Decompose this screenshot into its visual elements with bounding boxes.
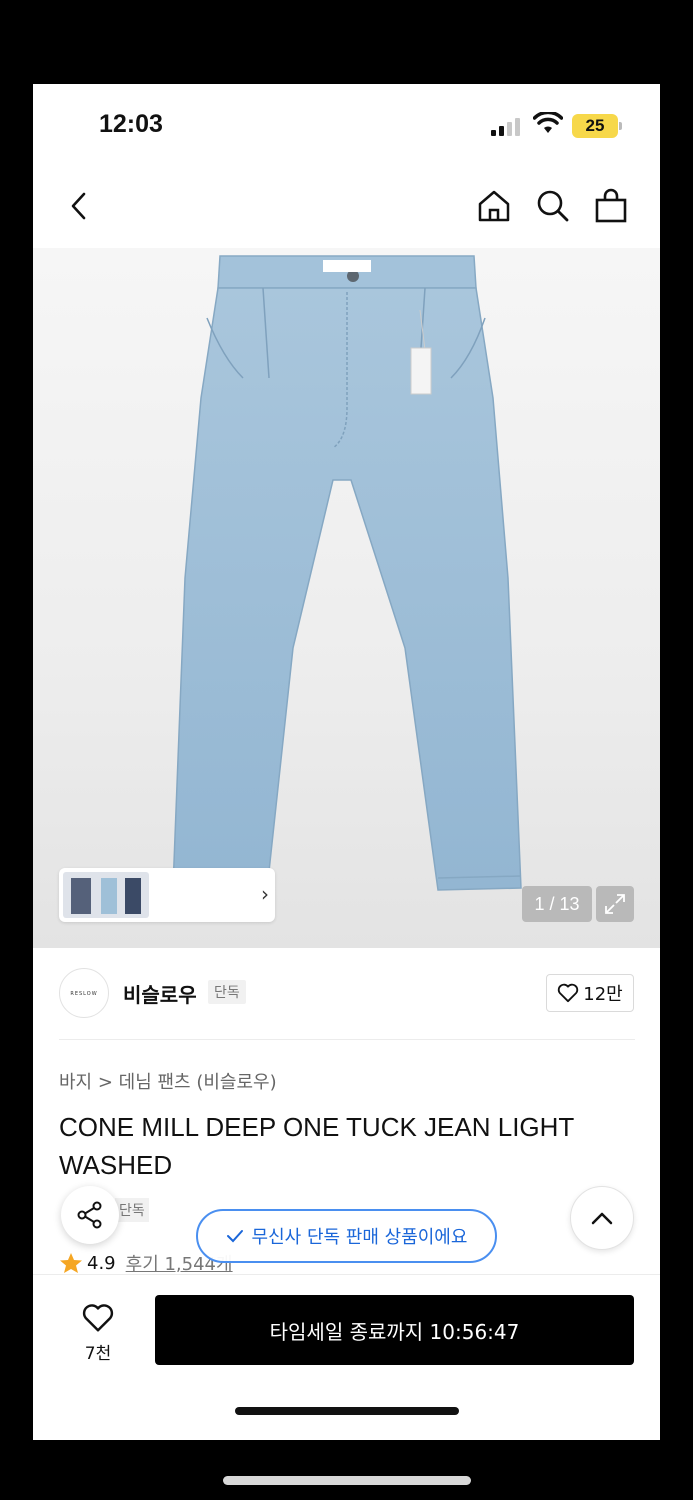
outer-home-indicator — [223, 1476, 471, 1485]
thumbnail-strip[interactable]: › — [59, 868, 275, 922]
divider — [59, 1039, 635, 1040]
chevron-up-icon — [591, 1212, 613, 1225]
exclusive-badge: 단독 — [208, 980, 246, 1004]
status-bar: 12:03 25 — [33, 84, 660, 168]
brand-like-count: 12만 — [583, 984, 623, 1005]
star-icon — [60, 1253, 82, 1273]
toast-text: 무신사 단독 판매 상품이에요 — [251, 1227, 468, 1248]
chevron-right-icon: › — [261, 882, 269, 906]
image-counter: 1 / 13 — [522, 886, 592, 922]
battery-icon: 25 — [572, 114, 618, 138]
heart-icon — [558, 983, 579, 1003]
purchase-button[interactable]: 타임세일 종료까지 10:56:47 — [155, 1295, 634, 1365]
wishlist-count: 7천 — [84, 1344, 112, 1364]
cart-button[interactable] — [591, 186, 631, 226]
brand-row: RESLOW 비슬로우 단독 12만 — [33, 948, 660, 1040]
share-button[interactable] — [61, 1186, 119, 1244]
check-icon — [226, 1230, 243, 1243]
battery-cap — [619, 122, 622, 130]
search-icon — [537, 190, 569, 222]
phone-screen: 12:03 25 › 1 / 13 RESLOW 비슬로우 단독 12만 바지 … — [33, 84, 660, 1440]
brand-name[interactable]: 비슬로우 — [123, 979, 197, 1008]
status-time: 12:03 — [99, 110, 163, 138]
expand-icon — [605, 894, 625, 914]
wishlist-button[interactable]: 7천 — [73, 1303, 123, 1364]
wifi-icon — [533, 112, 563, 133]
share-icon — [77, 1201, 102, 1229]
home-button[interactable] — [474, 186, 514, 226]
product-title: CONE MILL DEEP ONE TUCK JEAN LIGHT WASHE… — [59, 1112, 574, 1180]
product-gallery[interactable]: › 1 / 13 — [33, 248, 660, 948]
back-button[interactable] — [59, 186, 99, 226]
cellular-signal-icon — [491, 116, 523, 136]
top-nav — [33, 168, 660, 248]
bottom-action-bar: 7천 타임세일 종료까지 10:56:47 — [33, 1274, 660, 1440]
shopping-bag-icon — [595, 188, 627, 223]
product-image — [172, 255, 522, 891]
chevron-left-icon — [71, 192, 86, 220]
scroll-top-button[interactable] — [570, 1186, 634, 1250]
brand-like-button[interactable]: 12만 — [546, 974, 634, 1012]
exclusive-toast: 무신사 단독 판매 상품이에요 — [196, 1209, 497, 1263]
home-icon — [478, 190, 510, 222]
exclusive-tag: 단독 — [115, 1198, 149, 1222]
search-button[interactable] — [533, 186, 573, 226]
expand-button[interactable] — [596, 886, 634, 922]
thumbnail-image — [63, 872, 149, 918]
home-indicator[interactable] — [235, 1407, 459, 1415]
heart-icon — [82, 1304, 114, 1332]
brand-logo[interactable]: RESLOW — [59, 968, 109, 1018]
rating-value: 4.9 — [87, 1252, 116, 1274]
breadcrumb[interactable]: 바지 > 데님 팬츠 (비슬로우) — [59, 1068, 277, 1094]
